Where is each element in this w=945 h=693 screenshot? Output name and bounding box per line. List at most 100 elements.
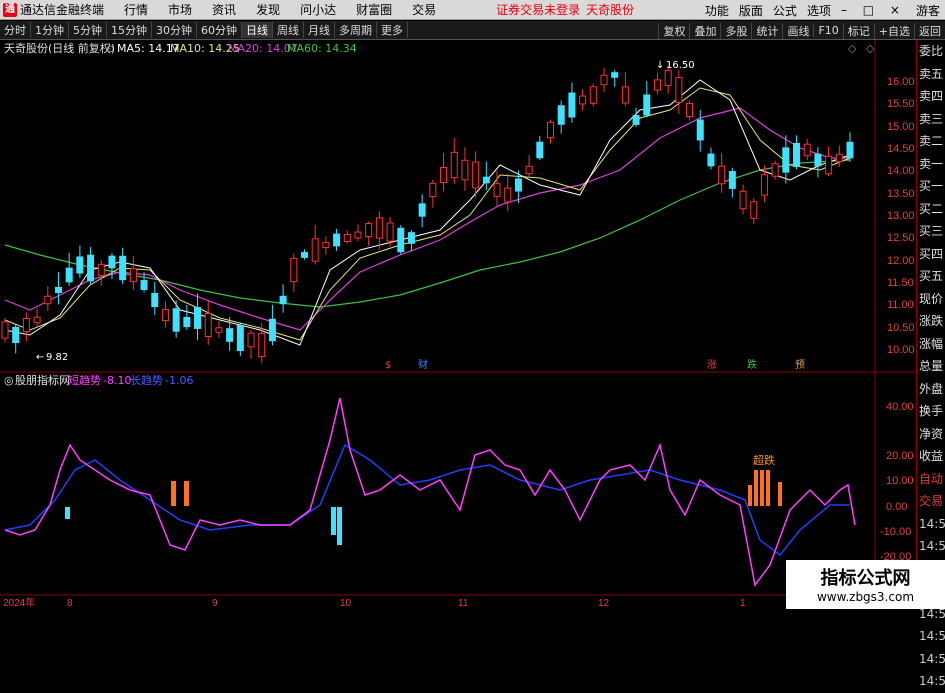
menu-discover[interactable]: 发现	[256, 1, 280, 18]
side-panel-item[interactable]: 14:56	[917, 513, 945, 536]
side-panel-item[interactable]: 自动	[917, 468, 945, 491]
side-panel-item[interactable]: 14:56	[917, 648, 945, 671]
btn-overlay[interactable]: 叠加	[689, 22, 720, 39]
candle-body	[236, 324, 244, 352]
side-panel-item[interactable]: 买二	[917, 198, 945, 221]
menu-ask[interactable]: 问小达	[300, 1, 336, 18]
side-panel-item[interactable]: 涨跌	[917, 310, 945, 333]
candle-body	[97, 263, 105, 277]
btn-mark[interactable]: 标记	[842, 22, 874, 39]
menu-market[interactable]: 市场	[168, 1, 192, 18]
osc-tick-label: -10.00	[880, 526, 911, 538]
collapse-icon[interactable]: ◇	[866, 42, 875, 55]
menu-trade[interactable]: 交易	[412, 1, 436, 18]
candle-body	[718, 165, 726, 185]
side-panel-item[interactable]: 委比	[917, 40, 945, 63]
price-tick-label: 13.00	[887, 210, 915, 222]
side-panel-item[interactable]: 交易	[917, 490, 945, 513]
candle-body	[653, 79, 661, 91]
login-notice[interactable]: 证券交易未登录	[496, 1, 580, 18]
long-trend-label: 长趋势	[130, 374, 163, 387]
side-panel-item[interactable]: 外盘	[917, 378, 945, 401]
menu-wealth[interactable]: 财富圈	[356, 1, 392, 18]
btn-stats[interactable]: 统计	[751, 22, 782, 39]
side-panel-item[interactable]: 14:56	[917, 670, 945, 693]
settings-icon[interactable]: ⊙	[106, 44, 114, 55]
long-trend-value: -1.06	[165, 374, 193, 387]
period-weekly[interactable]: 周线	[273, 22, 304, 38]
candle-body	[268, 318, 276, 342]
side-panel-item[interactable]: 换手	[917, 400, 945, 423]
indicator-icon[interactable]: ◎	[4, 374, 14, 387]
side-panel-item[interactable]: 卖一	[917, 153, 945, 176]
btn-draw[interactable]: 画线	[782, 22, 813, 39]
event-fall[interactable]: 跌	[747, 358, 757, 371]
period-1min[interactable]: 1分钟	[31, 22, 69, 38]
side-panel-item[interactable]: 现价	[917, 288, 945, 311]
price-tick-label: 15.50	[887, 98, 915, 110]
side-panel-item[interactable]: 买三	[917, 220, 945, 243]
side-panel-item[interactable]: 买五	[917, 265, 945, 288]
kline-chart[interactable]: 天奇股份(日线 前复权) ⊙ MA5: 14.17 MA10: 14.25 MA…	[0, 40, 916, 609]
menu-functions[interactable]: 功能	[705, 2, 729, 19]
menu-news[interactable]: 资讯	[212, 1, 236, 18]
period-60min[interactable]: 60分钟	[197, 22, 242, 38]
side-panel-item[interactable]: 14:56	[917, 535, 945, 558]
low-price-label: 9.82	[46, 352, 68, 363]
candle-body	[600, 74, 608, 86]
side-panel-item[interactable]: 涨幅	[917, 333, 945, 356]
osc-tick-label: 10.00	[886, 475, 914, 487]
period-30min[interactable]: 30分钟	[152, 22, 197, 38]
side-panel-item[interactable]: 收益	[917, 445, 945, 468]
side-panel-item[interactable]: 卖二	[917, 130, 945, 153]
side-panel-item[interactable]: 总量	[917, 355, 945, 378]
btn-multi-stock[interactable]: 多股	[720, 22, 751, 39]
quote-side-panel: 委比 卖五 卖四 卖三 卖二 卖一 买一 买二 买三 买四 买五 现价 涨跌 涨幅 总量 外盘 换手 净资 收益 自动…	[916, 40, 945, 688]
btn-adjust[interactable]: 复权	[658, 22, 689, 39]
candle-body	[782, 147, 790, 173]
side-panel-item[interactable]: 买一	[917, 175, 945, 198]
side-panel-item[interactable]: 卖五	[917, 63, 945, 86]
candle-body	[461, 159, 469, 181]
price-tick-label: 13.50	[887, 188, 915, 200]
event-finance[interactable]: 财	[418, 358, 428, 371]
side-panel-item[interactable]: 14:56	[917, 625, 945, 648]
candle-body	[129, 268, 137, 282]
watermark-title: 指标公式网	[820, 568, 911, 589]
candle-body	[87, 254, 95, 282]
btn-f10[interactable]: F10	[813, 24, 842, 37]
side-panel-item[interactable]: 卖三	[917, 108, 945, 131]
side-panel-item[interactable]: 卖四	[917, 85, 945, 108]
candle-body	[226, 328, 234, 342]
period-multi[interactable]: 多周期	[335, 22, 377, 38]
event-rise[interactable]: 涨	[707, 359, 717, 371]
side-panel-item[interactable]: 净资	[917, 423, 945, 446]
candle-body	[643, 94, 651, 116]
candle-body	[621, 86, 629, 104]
event-dividend[interactable]: $	[385, 360, 391, 371]
period-5min[interactable]: 5分钟	[69, 22, 107, 38]
menu-formula[interactable]: 公式	[773, 2, 797, 19]
x-tick-label: 8	[67, 598, 73, 609]
event-forecast[interactable]: 预	[795, 359, 805, 371]
menu-options[interactable]: 选项	[807, 2, 831, 19]
high-price-label: 16.50	[666, 60, 695, 71]
candle-body	[140, 280, 148, 290]
period-intraday[interactable]: 分时	[0, 22, 31, 38]
guest-label[interactable]: 游客	[916, 2, 940, 19]
btn-add-watch[interactable]: +自选	[873, 22, 914, 39]
expand-icon[interactable]: ◇	[848, 42, 857, 55]
menu-layout[interactable]: 版面	[739, 2, 763, 19]
candle-body	[365, 222, 373, 238]
candle-body	[311, 238, 319, 262]
period-15min[interactable]: 15分钟	[107, 22, 152, 38]
window-controls[interactable]: – □ ×	[841, 3, 906, 17]
btn-back[interactable]: 返回	[914, 22, 945, 39]
candle-body	[760, 174, 768, 196]
period-daily[interactable]: 日线	[242, 22, 273, 38]
side-panel-item[interactable]: 买四	[917, 243, 945, 266]
period-more[interactable]: 更多	[377, 22, 408, 38]
period-monthly[interactable]: 月线	[304, 22, 335, 38]
menu-quotes[interactable]: 行情	[124, 1, 148, 18]
candle-body	[525, 165, 533, 175]
